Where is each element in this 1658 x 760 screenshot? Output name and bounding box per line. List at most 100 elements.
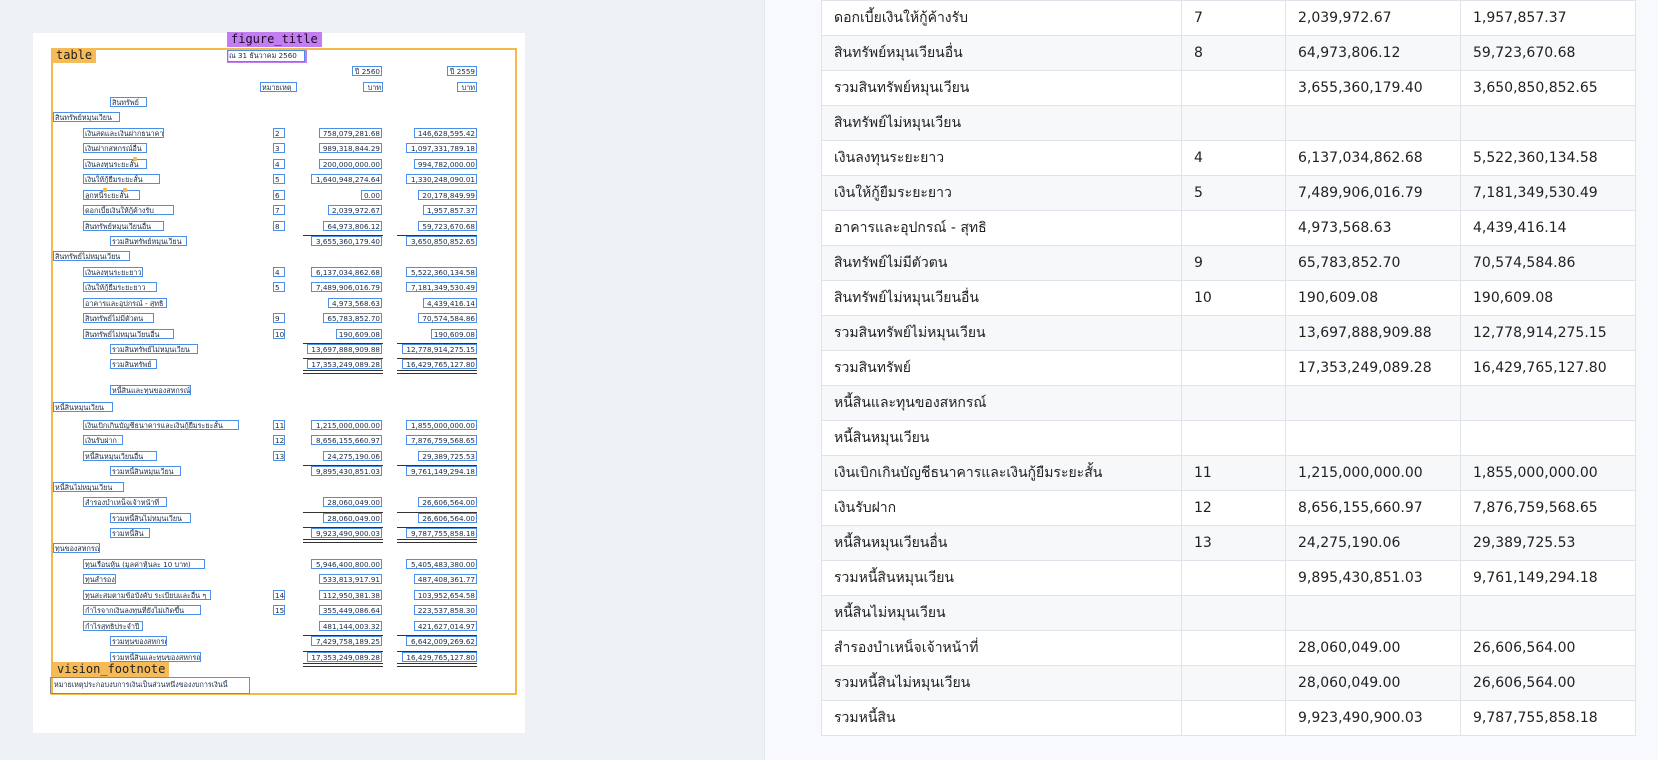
doc-row-note: 9 — [273, 313, 285, 323]
doc-row-label: ทุนสะสมตามข้อบังคับ ระเบียบและอื่น ๆ — [83, 590, 212, 600]
row-value-2559: 190,609.08 — [1460, 280, 1636, 316]
doc-row-note: 15 — [273, 605, 285, 615]
row-label: สินทรัพย์หมุนเวียนอื่น — [821, 35, 1182, 71]
doc-row-note: 8 — [273, 221, 285, 231]
doc-row-value-2559: 4,439,416.14 — [422, 298, 477, 308]
underline-rule — [303, 527, 383, 528]
row-label: สินทรัพย์ไม่มีตัวตน — [821, 245, 1182, 281]
row-label: เงินให้กู้ยืมระยะยาว — [821, 175, 1182, 211]
doc-row-value-2559: 26,606,564.00 — [418, 497, 477, 507]
table-row: หนี้สินหมุนเวียน — [821, 420, 1636, 456]
doc-row-value-2559: 26,606,564.00 — [418, 513, 477, 523]
doc-row-value-2560: 28,060,049.00 — [323, 513, 382, 523]
col-note-header: หมายเหตุ — [260, 82, 297, 92]
table-row: เงินให้กู้ยืมระยะยาว 5 7,489,906,016.79 7,1… — [821, 175, 1636, 211]
row-note — [1181, 105, 1286, 141]
row-note — [1181, 385, 1286, 421]
underline-rule — [397, 527, 477, 528]
doc-row-value-2560: 2,039,972.67 — [327, 205, 382, 215]
doc-row-value-2559: 103,952,654.58 — [414, 590, 477, 600]
doc-row-label: รวมหนี้สินไม่หมุนเวียน — [110, 513, 191, 523]
row-label: รวมสินทรัพย์ — [821, 350, 1182, 386]
underline-rule — [303, 358, 383, 359]
doc-row-value-2560: 13,697,888,909.88 — [306, 344, 382, 354]
row-note — [1181, 420, 1286, 456]
row-value-2560: 6,137,034,862.68 — [1285, 140, 1461, 176]
doc-row-value-2559: 70,574,584.86 — [418, 313, 477, 323]
doc-row-value-2560: 3,655,360,179.40 — [310, 236, 382, 246]
row-note — [1181, 665, 1286, 701]
row-label: อาคารและอุปกรณ์ - สุทธิ — [821, 210, 1182, 246]
col-unit-2559: บาท — [457, 82, 477, 92]
row-value-2559: 1,855,000,000.00 — [1460, 455, 1636, 491]
row-value-2559 — [1460, 105, 1636, 141]
figure-title-tag: figure_title — [227, 32, 322, 47]
doc-row-value-2560: 5,946,400,800.00 — [310, 559, 382, 569]
document-page: ปี 2560 ปี 2559 หมายเหตุ บาท บาท สินทรัพย์ สิน… — [33, 33, 525, 733]
rendered-table-pane[interactable]: ดอกเบี้ยเงินให้กู้ค้างรับ 7 2,039,972.67 1,… — [764, 0, 1658, 760]
doc-row-label: เงินรับฝาก — [83, 435, 123, 445]
doc-row-value-2559: 146,628,595.42 — [414, 128, 477, 138]
doc-row-note: 4 — [273, 267, 285, 277]
doc-row-label: รวมหนี้สินและทุนของสหกรณ์ — [110, 652, 201, 662]
row-value-2560: 4,973,568.63 — [1285, 210, 1461, 246]
doc-row-value-2560: 481,144,003.32 — [319, 621, 382, 631]
doc-row-value-2560: 9,923,490,900.03 — [310, 528, 382, 538]
doc-row-label: สินทรัพย์ไม่มีตัวตน — [83, 313, 154, 323]
doc-row-note: 5 — [273, 174, 285, 184]
row-value-2560: 2,039,972.67 — [1285, 0, 1461, 36]
row-value-2560: 28,060,049.00 — [1285, 630, 1461, 666]
doc-row-note: 14 — [273, 590, 285, 600]
doc-row-value-2559: 20,178,849.99 — [418, 190, 477, 200]
doc-row-value-2560: 65,783,852.70 — [323, 313, 382, 323]
col-year-2559: ปี 2559 — [447, 66, 477, 76]
doc-row-label: ทุนของสหกรณ์ — [53, 543, 100, 553]
row-note: 12 — [1181, 490, 1286, 526]
row-label: สินทรัพย์ไม่หมุนเวียน — [821, 105, 1182, 141]
row-note — [1181, 560, 1286, 596]
table-row: รวมสินทรัพย์ไม่หมุนเวียน 13,697,888,909.8… — [821, 315, 1636, 351]
underline-rule — [397, 358, 477, 359]
table-tag: table — [52, 48, 97, 63]
doc-row-value-2559: 5,405,483,380.00 — [405, 559, 477, 569]
underline-rule — [303, 370, 383, 374]
row-label: รวมหนี้สิน — [821, 700, 1182, 736]
row-value-2560: 13,697,888,909.88 — [1285, 315, 1461, 351]
doc-row-value-2560: 7,429,758,189.25 — [310, 636, 382, 646]
row-value-2559: 9,787,755,858.18 — [1460, 700, 1636, 736]
table-row: อาคารและอุปกรณ์ - สุทธิ 4,973,568.63 4,439… — [821, 210, 1636, 246]
row-value-2560: 1,215,000,000.00 — [1285, 455, 1461, 491]
doc-row-value-2559: 9,761,149,294.18 — [405, 466, 477, 476]
doc-row-label: รวมสินทรัพย์ไม่หมุนเวียน — [110, 344, 198, 354]
table-row: สินทรัพย์ไม่หมุนเวียน — [821, 105, 1636, 141]
doc-row-value-2559: 1,097,331,789.18 — [405, 143, 477, 153]
row-value-2560: 64,973,806.12 — [1285, 35, 1461, 71]
row-label: เงินเบิกเกินบัญชีธนาคารและเงินกู้ยืมระยะ… — [821, 455, 1182, 491]
doc-row-value-2559: 487,408,361.77 — [414, 574, 477, 584]
doc-row-note: 2 — [273, 128, 285, 138]
row-label: รวมสินทรัพย์หมุนเวียน — [821, 70, 1182, 106]
doc-row-label: อาคารและอุปกรณ์ - สุทธิ — [83, 298, 168, 308]
doc-row-label: รวมสินทรัพย์หมุนเวียน — [110, 236, 188, 246]
row-value-2559: 12,778,914,275.15 — [1460, 315, 1636, 351]
doc-row-value-2560: 7,489,906,016.79 — [310, 282, 382, 292]
doc-row-label: ดอกเบี้ยเงินให้กู้ค้างรับ — [83, 205, 174, 215]
doc-row-label: ทุนสำรอง — [83, 574, 117, 584]
doc-row-value-2559: 994,782,000.00 — [414, 159, 477, 169]
row-value-2560: 28,060,049.00 — [1285, 665, 1461, 701]
doc-row-value-2559: 16,429,765,127.80 — [401, 359, 477, 369]
doc-row-value-2559: 9,787,755,858.18 — [405, 528, 477, 538]
table-row: รวมหนี้สินหมุนเวียน 9,895,430,851.03 9,761… — [821, 560, 1636, 596]
row-note: 5 — [1181, 175, 1286, 211]
row-note — [1181, 595, 1286, 631]
row-value-2560: 190,609.08 — [1285, 280, 1461, 316]
doc-row-label: กำไรจากเงินลงทุนที่ยังไม่เกิดขึ้น — [83, 605, 202, 615]
row-value-2560: 7,489,906,016.79 — [1285, 175, 1461, 211]
doc-row-label: ลูกหนี้ระยะสั้น — [83, 190, 140, 200]
row-note: 8 — [1181, 35, 1286, 71]
doc-row-value-2560: 28,060,049.00 — [323, 497, 382, 507]
underline-rule — [303, 663, 383, 667]
doc-row-value-2559: 421,627,014.97 — [414, 621, 477, 631]
row-value-2560 — [1285, 420, 1461, 456]
doc-row-label: เงินฝากสหกรณ์อื่น — [83, 143, 147, 153]
